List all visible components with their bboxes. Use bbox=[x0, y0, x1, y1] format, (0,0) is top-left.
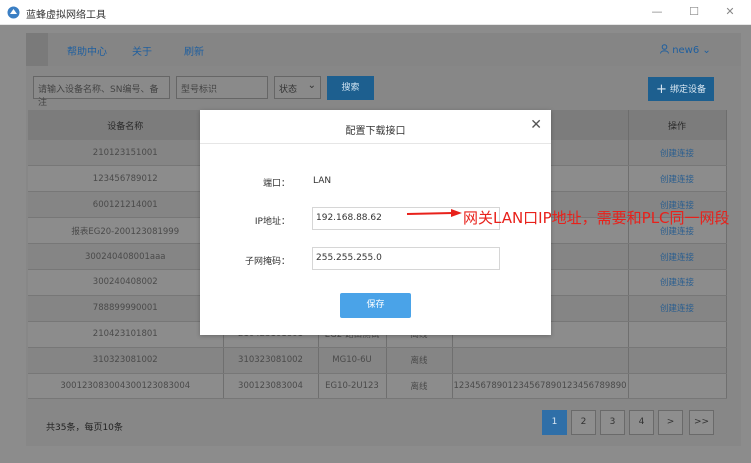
search-input[interactable]: 请输入设备名称、SN编号、备注 bbox=[33, 76, 170, 108]
cell-remark bbox=[452, 347, 629, 374]
bee-logo-icon bbox=[7, 6, 20, 19]
page-button-3[interactable]: 3 bbox=[600, 410, 625, 435]
plus-icon: + bbox=[656, 82, 667, 97]
user-icon bbox=[660, 44, 669, 54]
pagination-summary: 共35条，每页10条 bbox=[46, 423, 123, 433]
status-select-label: 状态 bbox=[279, 85, 298, 95]
cell-status: 离线 bbox=[386, 347, 453, 374]
create-connection-link[interactable]: 创建连接 bbox=[628, 269, 727, 296]
create-connection-link[interactable] bbox=[628, 347, 727, 374]
create-connection-link[interactable]: 创建连接 bbox=[628, 165, 727, 193]
dialog-title: 配置下载接口 bbox=[345, 126, 406, 137]
cell-device-name: 210123151001 bbox=[28, 140, 224, 167]
create-connection-link[interactable]: 创建连接 bbox=[628, 140, 727, 167]
nav-refresh[interactable]: 刷新 bbox=[184, 43, 204, 58]
nav-corner-decoration bbox=[26, 33, 48, 66]
cell-status: 离线 bbox=[386, 373, 453, 400]
nav-about[interactable]: 关于 bbox=[132, 43, 152, 58]
search-button[interactable]: 搜索 bbox=[327, 76, 374, 100]
create-connection-link[interactable]: 创建连接 bbox=[628, 243, 727, 270]
port-value: LAN bbox=[313, 176, 332, 186]
annotation-arrow-icon bbox=[406, 209, 462, 217]
page-button-2[interactable]: 2 bbox=[571, 410, 596, 435]
create-connection-link[interactable]: 创建连接 bbox=[628, 295, 727, 322]
cell-device-name: 788899990001 bbox=[28, 295, 224, 322]
close-icon[interactable]: ✕ bbox=[530, 117, 542, 133]
cell-device-name: 123456789012 bbox=[28, 165, 224, 193]
header-device-name: 设备名称 bbox=[28, 110, 224, 140]
annotation-text: 网关LAN口IP地址，需要和PLC同一网段 bbox=[463, 209, 730, 227]
cell-sn: 310323081002 bbox=[223, 347, 319, 374]
cell-device-name: 300240408002 bbox=[28, 269, 224, 296]
subnet-mask-label: 子网掩码： bbox=[244, 257, 290, 267]
chevron-down-icon: ⌄ bbox=[702, 45, 711, 56]
next-page-button[interactable]: > bbox=[658, 410, 683, 435]
maximize-icon[interactable]: ☐ bbox=[686, 4, 702, 20]
chevron-down-icon: ⌄ bbox=[307, 80, 316, 91]
title-bar: 蓝蜂虚拟网络工具 — ☐ ✕ bbox=[0, 0, 751, 25]
status-select[interactable]: 状态 ⌄ bbox=[274, 76, 321, 99]
cell-sn: 300123083004 bbox=[223, 373, 319, 400]
dialog-header: 配置下载接口 ✕ bbox=[200, 110, 551, 144]
last-page-button[interactable]: >> bbox=[689, 410, 714, 435]
minimize-icon[interactable]: — bbox=[649, 4, 665, 20]
cell-model: MG10-6U bbox=[318, 347, 387, 374]
cell-device-name: 报表EG20-200123081999 bbox=[28, 217, 224, 245]
create-connection-link[interactable] bbox=[628, 373, 727, 400]
page-button-4[interactable]: 4 bbox=[629, 410, 654, 435]
app-title: 蓝蜂虚拟网络工具 bbox=[26, 10, 106, 21]
port-label: 端口： bbox=[262, 179, 290, 189]
nav-help[interactable]: 帮助中心 bbox=[67, 43, 107, 58]
header-action: 操作 bbox=[628, 110, 727, 140]
user-menu[interactable]: new6 ⌄ bbox=[660, 43, 711, 56]
close-window-icon[interactable]: ✕ bbox=[722, 4, 738, 20]
cell-device-name: 300123083004300123083004 bbox=[28, 373, 224, 400]
subnet-mask-field[interactable]: 255.255.255.0 bbox=[312, 247, 500, 270]
save-button[interactable]: 保存 bbox=[340, 293, 411, 318]
cell-remark: 12345678901234567890123456789890 bbox=[452, 373, 629, 400]
bind-device-button[interactable]: + 绑定设备 bbox=[648, 77, 714, 101]
username: new6 bbox=[672, 45, 700, 56]
page-button-1[interactable]: 1 bbox=[542, 410, 567, 435]
cell-device-name: 210423101801 bbox=[28, 321, 224, 348]
cell-device-name: 310323081002 bbox=[28, 347, 224, 374]
create-connection-link[interactable] bbox=[628, 321, 727, 348]
model-input[interactable]: 型号标识 bbox=[176, 76, 268, 99]
cell-model: EG10-2U123 bbox=[318, 373, 387, 400]
table-row: 310323081002 310323081002 MG10-6U 离线 bbox=[28, 347, 727, 374]
table-row: 300123083004300123083004 300123083004 EG10… bbox=[28, 373, 727, 400]
bind-device-label: 绑定设备 bbox=[669, 85, 706, 95]
ip-label: IP地址： bbox=[254, 217, 290, 227]
cell-device-name: 300240408001aaa bbox=[28, 243, 224, 270]
cell-device-name: 600121214001 bbox=[28, 191, 224, 219]
